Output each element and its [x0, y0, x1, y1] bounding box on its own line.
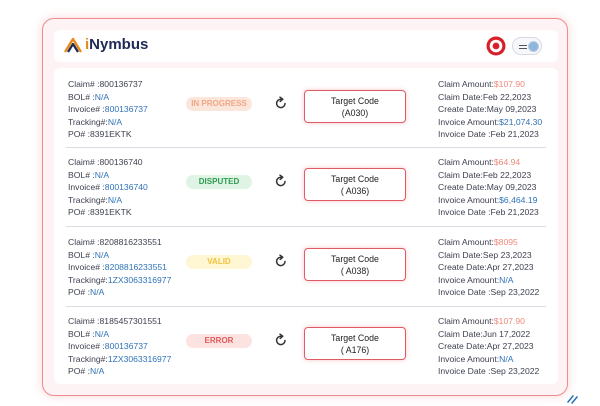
status-badge: ERROR [186, 334, 252, 348]
claim-summary: Claim Amount:$107.90 Claim Date:Feb 22,20… [438, 78, 542, 141]
target-code-value: ( A038) [340, 266, 370, 276]
tracking-number: Tracking#:N/A [68, 194, 123, 205]
invoice-link[interactable]: 8208816233551 [105, 262, 167, 272]
brand-name: iNymbus [85, 36, 149, 53]
po-number: PO# :8391EKTK [68, 207, 132, 218]
claim-amount: Claim Amount:$64.94 [438, 157, 521, 167]
claim-details: Claim# :800136737 BOL# :N/A Invoice# :8001… [68, 78, 148, 141]
tracking-number: Tracking#:N/A [68, 116, 123, 127]
invoice-amount: Invoice Amount:$6,464.19 [438, 194, 538, 205]
target-code-title: Target Code [331, 333, 379, 343]
claims-panel: Claim# :800136737 BOL# :N/A Invoice# :8001… [54, 68, 558, 384]
claim-summary: Claim Amount:$107.90 Claim Date:Jun 17,20… [438, 315, 539, 378]
claim-amount: Claim Amount:$107.90 [438, 79, 525, 89]
invoice-date: Invoice Date :Sep 23,2022 [438, 366, 540, 377]
target-code-value: (A030) [341, 108, 369, 118]
corner-decoration-icon [567, 395, 578, 404]
target-code-value: ( A036) [340, 186, 370, 196]
invoice-amount: Invoice Amount:N/A [438, 274, 514, 285]
row-divider [66, 306, 546, 307]
bol-number: BOL# :N/A [68, 328, 110, 339]
target-code-title: Target Code [331, 96, 379, 106]
avatar [528, 41, 539, 52]
create-date: Create Date:May 09,2023 [438, 182, 537, 193]
tracking-number: Tracking#:1ZX3063316977 [68, 274, 172, 285]
invoice-amount: Invoice Amount:N/A [438, 353, 514, 364]
tracking-link[interactable]: N/A [108, 195, 122, 205]
bol-number: BOL# :N/A [68, 249, 110, 260]
invoice-link[interactable]: 800136737 [105, 341, 148, 351]
claim-date: Claim Date:Sep 23,2023 [438, 249, 532, 260]
target-code-button[interactable]: Target Code (A030) [304, 90, 406, 123]
user-menu-toggle[interactable] [512, 37, 542, 55]
status-badge: DISPUTED [186, 175, 252, 189]
invoice-number: Invoice# :800136737 [68, 104, 148, 115]
claim-number: Claim# :800136740 [68, 157, 143, 167]
target-code-title: Target Code [331, 254, 379, 264]
row-divider [66, 147, 546, 148]
claim-details: Claim# :800136740 BOL# :N/A Invoice# :8001… [68, 156, 148, 219]
tracking-link[interactable]: 1ZX3063316977 [108, 275, 172, 285]
invoice-link[interactable]: 800136737 [105, 104, 148, 114]
refresh-icon[interactable] [274, 333, 288, 347]
row-divider [66, 226, 546, 227]
invoice-amount: Invoice Amount:$21,074.30 [438, 116, 543, 127]
tracking-link[interactable]: 1ZX3063316977 [108, 354, 172, 364]
claim-details: Claim# :8208816233551 BOL# :N/A Invoice# :… [68, 236, 171, 299]
claim-row: Claim# :8185457301551 BOL# :N/A Invoice# :… [66, 307, 550, 385]
refresh-icon[interactable] [274, 96, 288, 110]
claim-summary: Claim Amount:$64.94 Claim Date:Feb 22,202… [438, 156, 539, 219]
brand-logo[interactable]: iNymbus [64, 36, 148, 53]
target-code-button[interactable]: Target Code ( A176) [304, 327, 406, 360]
invoice-number: Invoice# :800136737 [68, 341, 148, 352]
create-date: Create Date:Apr 27,2023 [438, 341, 534, 352]
invoice-date: Invoice Date :Sep 23,2022 [438, 287, 540, 298]
claim-date: Claim Date:Jun 17,2022 [438, 328, 531, 339]
target-bullseye-icon [486, 36, 506, 56]
invoice-date: Invoice Date :Feb 21,2023 [438, 207, 539, 218]
po-number: PO# :N/A [68, 287, 105, 298]
status-badge: IN PROGRESS [186, 97, 252, 111]
refresh-icon[interactable] [274, 254, 288, 268]
inymbus-logo-icon [64, 37, 82, 53]
po-number: PO# :8391EKTK [68, 129, 132, 140]
target-code-value: ( A176) [340, 345, 370, 355]
invoice-link[interactable]: 800136740 [105, 182, 148, 192]
invoice-number: Invoice# :8208816233551 [68, 262, 167, 273]
app-header: iNymbus [54, 30, 558, 62]
claim-date: Claim Date:Feb 22,2023 [438, 169, 532, 180]
claim-summary: Claim Amount:$8095 Claim Date:Sep 23,2023… [438, 236, 539, 299]
claim-row: Claim# :8208816233551 BOL# :N/A Invoice# :… [66, 228, 550, 306]
claim-date: Claim Date:Feb 22,2023 [438, 91, 532, 102]
tracking-number: Tracking#:1ZX3063316977 [68, 353, 172, 364]
refresh-icon[interactable] [274, 174, 288, 188]
claim-details: Claim# :8185457301551 BOL# :N/A Invoice# :… [68, 315, 171, 378]
target-code-button[interactable]: Target Code ( A036) [304, 168, 406, 201]
status-badge: VALID [186, 255, 252, 269]
claim-amount: Claim Amount:$107.90 [438, 316, 525, 326]
menu-icon [519, 45, 527, 49]
invoice-number: Invoice# :800136740 [68, 182, 148, 193]
claim-number: Claim# :8208816233551 [68, 237, 162, 247]
po-number: PO# :N/A [68, 366, 105, 377]
claim-row: Claim# :800136740 BOL# :N/A Invoice# :8001… [66, 148, 550, 226]
bol-number: BOL# :N/A [68, 91, 110, 102]
tracking-link[interactable]: N/A [108, 117, 122, 127]
target-code-title: Target Code [331, 174, 379, 184]
create-date: Create Date:Apr 27,2023 [438, 262, 534, 273]
target-code-button[interactable]: Target Code ( A038) [304, 248, 406, 281]
create-date: Create Date:May 09,2023 [438, 104, 537, 115]
bol-number: BOL# :N/A [68, 169, 110, 180]
claim-number: Claim# :8185457301551 [68, 316, 162, 326]
claim-row: Claim# :800136737 BOL# :N/A Invoice# :8001… [66, 70, 550, 148]
claim-number: Claim# :800136737 [68, 79, 143, 89]
claim-amount: Claim Amount:$8095 [438, 237, 518, 247]
invoice-date: Invoice Date :Feb 21,2023 [438, 129, 539, 140]
